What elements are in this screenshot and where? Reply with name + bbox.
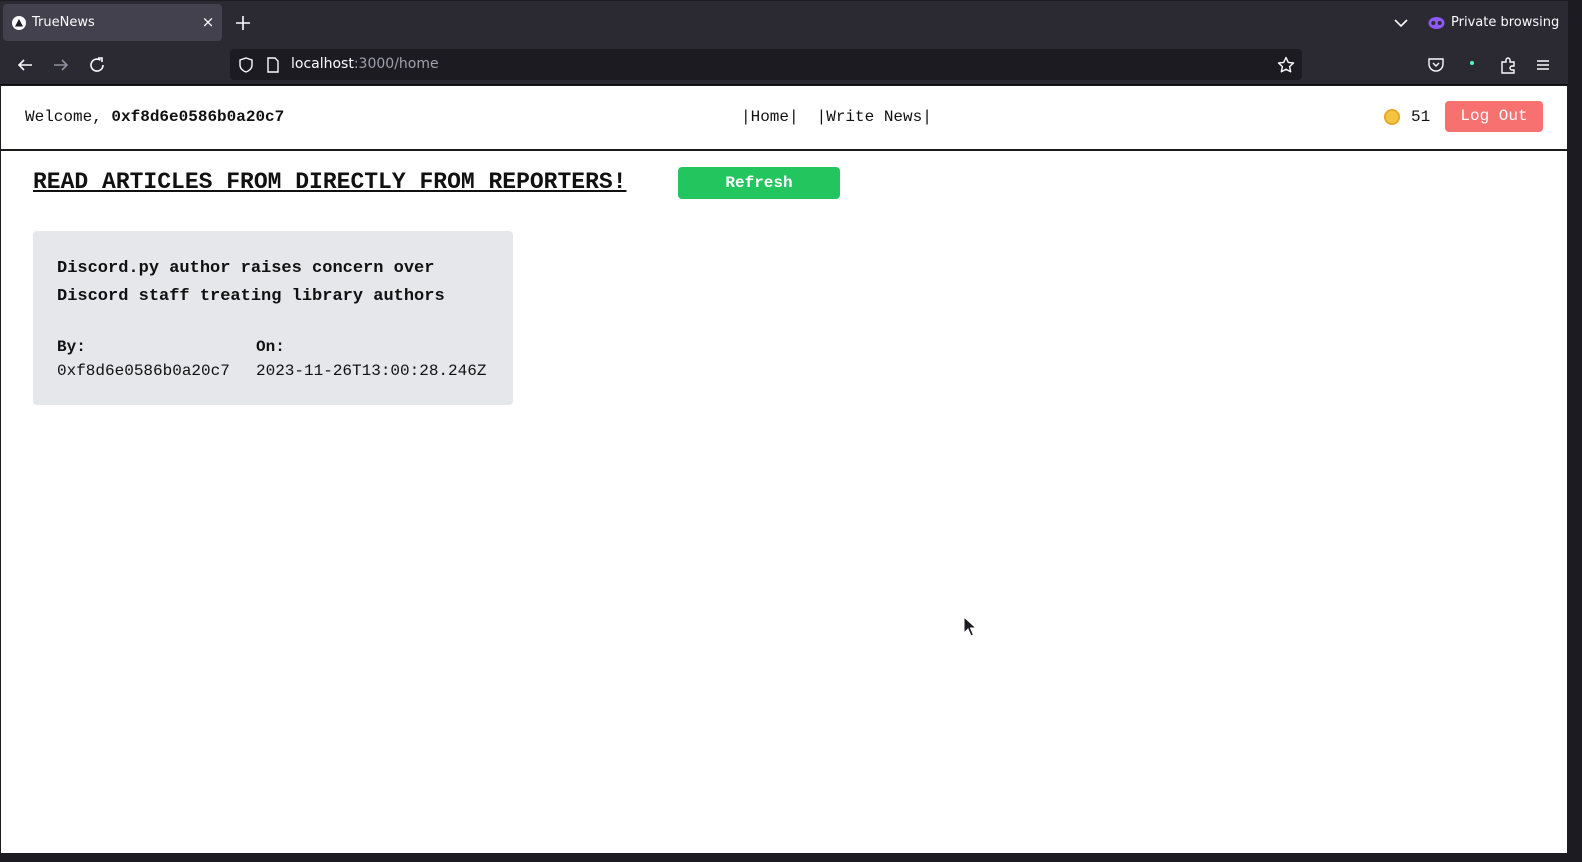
main-nav: |Home| |Write News|	[741, 108, 932, 126]
date-value: 2023-11-26T13:00:28.246Z	[256, 362, 487, 380]
new-tab-plus-icon[interactable]	[232, 12, 254, 34]
date-label: On:	[256, 338, 285, 356]
tab-list-chevron-icon[interactable]	[1392, 14, 1410, 32]
extensions-puzzle-icon[interactable]	[1498, 55, 1518, 75]
app-header: Welcome, 0xf8d6e0586b0a20c7 |Home| |Write…	[1, 86, 1567, 151]
article-author: By: 0xf8d6e0586b0a20c7	[57, 335, 230, 383]
pocket-icon[interactable]	[1426, 55, 1446, 75]
coin-balance: 51	[1411, 108, 1431, 126]
app-menu-hamburger-icon[interactable]	[1533, 55, 1553, 75]
back-arrow-icon[interactable]	[13, 53, 37, 77]
mouse-cursor-icon	[963, 616, 977, 637]
user-address: 0xf8d6e0586b0a20c7	[111, 108, 285, 126]
url-text[interactable]: localhost:3000/home	[291, 56, 439, 72]
url-host: localhost	[291, 56, 354, 72]
truenews-favicon-icon	[12, 16, 26, 30]
private-mask-icon	[1428, 17, 1445, 29]
tracking-shield-icon[interactable]	[237, 56, 255, 74]
article-date: On: 2023-11-26T13:00:28.246Z	[256, 335, 486, 383]
refresh-button[interactable]: Refresh	[678, 167, 840, 199]
nav-write-news-link[interactable]: |Write News|	[817, 108, 932, 126]
article-card[interactable]: Discord.py author raises concern over Di…	[33, 231, 513, 405]
nav-home-link[interactable]: |Home|	[741, 108, 799, 126]
author-label: By:	[57, 338, 86, 356]
tab-title: TrueNews	[32, 15, 95, 30]
browser-tab[interactable]: TrueNews ×	[3, 4, 222, 41]
article-title: Discord.py author raises concern over Di…	[57, 259, 445, 306]
url-path: :3000/home	[353, 56, 439, 72]
page-headline: READ ARTICLES FROM DIRECTLY FROM REPORTE…	[33, 169, 627, 195]
page-info-icon[interactable]	[265, 56, 281, 74]
tab-close-icon[interactable]: ×	[199, 13, 217, 31]
author-value: 0xf8d6e0586b0a20c7	[57, 362, 230, 380]
logout-button[interactable]: Log Out	[1445, 101, 1543, 132]
bookmark-star-icon[interactable]	[1276, 55, 1296, 75]
coin-icon	[1384, 109, 1400, 125]
browser-tab-bar: TrueNews × Private browsing	[0, 0, 1568, 44]
forward-arrow-icon[interactable]	[49, 53, 73, 77]
welcome-prefix: Welcome,	[25, 108, 112, 126]
extension-dot-icon[interactable]	[1462, 55, 1482, 75]
browser-nav-bar: localhost:3000/home	[0, 44, 1568, 85]
reload-icon[interactable]	[85, 53, 109, 77]
url-bar[interactable]: localhost:3000/home	[230, 49, 1302, 80]
private-browsing-label: Private browsing	[1451, 15, 1560, 30]
welcome-text: Welcome, 0xf8d6e0586b0a20c7	[25, 108, 284, 126]
page-viewport: Welcome, 0xf8d6e0586b0a20c7 |Home| |Write…	[0, 85, 1568, 854]
